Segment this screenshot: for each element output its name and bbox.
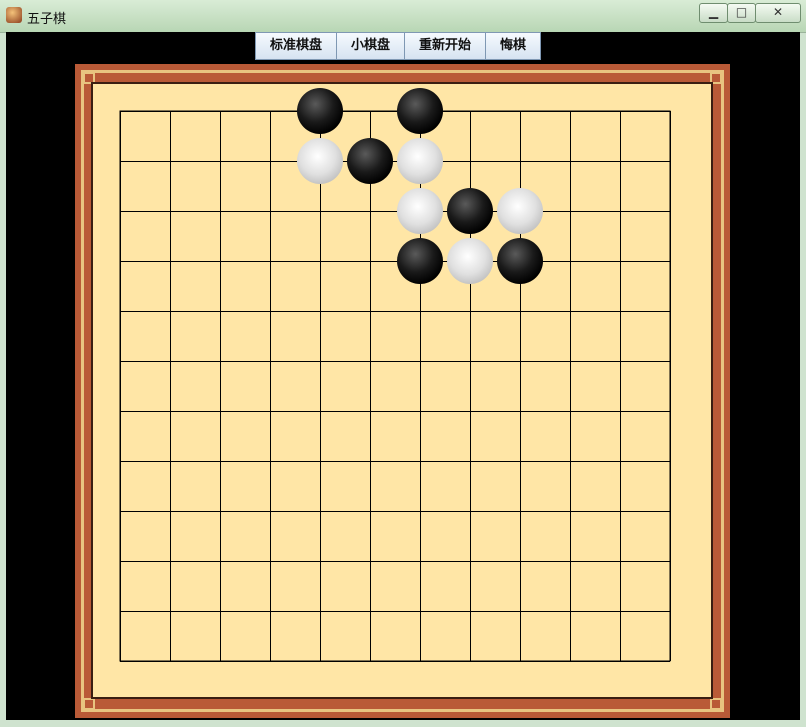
- white-stone: [297, 138, 343, 184]
- window-title: 五子棋: [27, 12, 67, 27]
- standard-board-button[interactable]: 标准棋盘: [255, 32, 338, 60]
- close-button[interactable]: ✕: [755, 3, 801, 23]
- black-stone: [347, 138, 393, 184]
- restart-button[interactable]: 重新开始: [405, 32, 487, 60]
- minimize-button[interactable]: ▁: [699, 3, 728, 23]
- toolbar: 标准棋盘 小棋盘 重新开始 悔棋: [255, 32, 542, 60]
- maximize-button[interactable]: □: [727, 3, 756, 23]
- gomoku-app-icon: [6, 7, 22, 23]
- white-stone: [447, 238, 493, 284]
- white-stone: [397, 188, 443, 234]
- black-stone: [397, 238, 443, 284]
- white-stone: [397, 138, 443, 184]
- frame-corner-ornament: [710, 698, 722, 710]
- undo-button[interactable]: 悔棋: [486, 32, 542, 60]
- board-frame: [75, 64, 730, 718]
- small-board-button[interactable]: 小棋盘: [337, 32, 406, 60]
- black-stone: [297, 88, 343, 134]
- black-stone: [397, 88, 443, 134]
- frame-corner-ornament: [83, 698, 95, 710]
- black-stone: [447, 188, 493, 234]
- game-board[interactable]: [93, 84, 711, 697]
- black-stone: [497, 238, 543, 284]
- board-grid[interactable]: [93, 84, 711, 697]
- white-stone: [497, 188, 543, 234]
- grid-border: [119, 110, 671, 662]
- board-outline: [91, 82, 713, 699]
- title-bar: 五子棋 ▁ □ ✕: [0, 0, 806, 33]
